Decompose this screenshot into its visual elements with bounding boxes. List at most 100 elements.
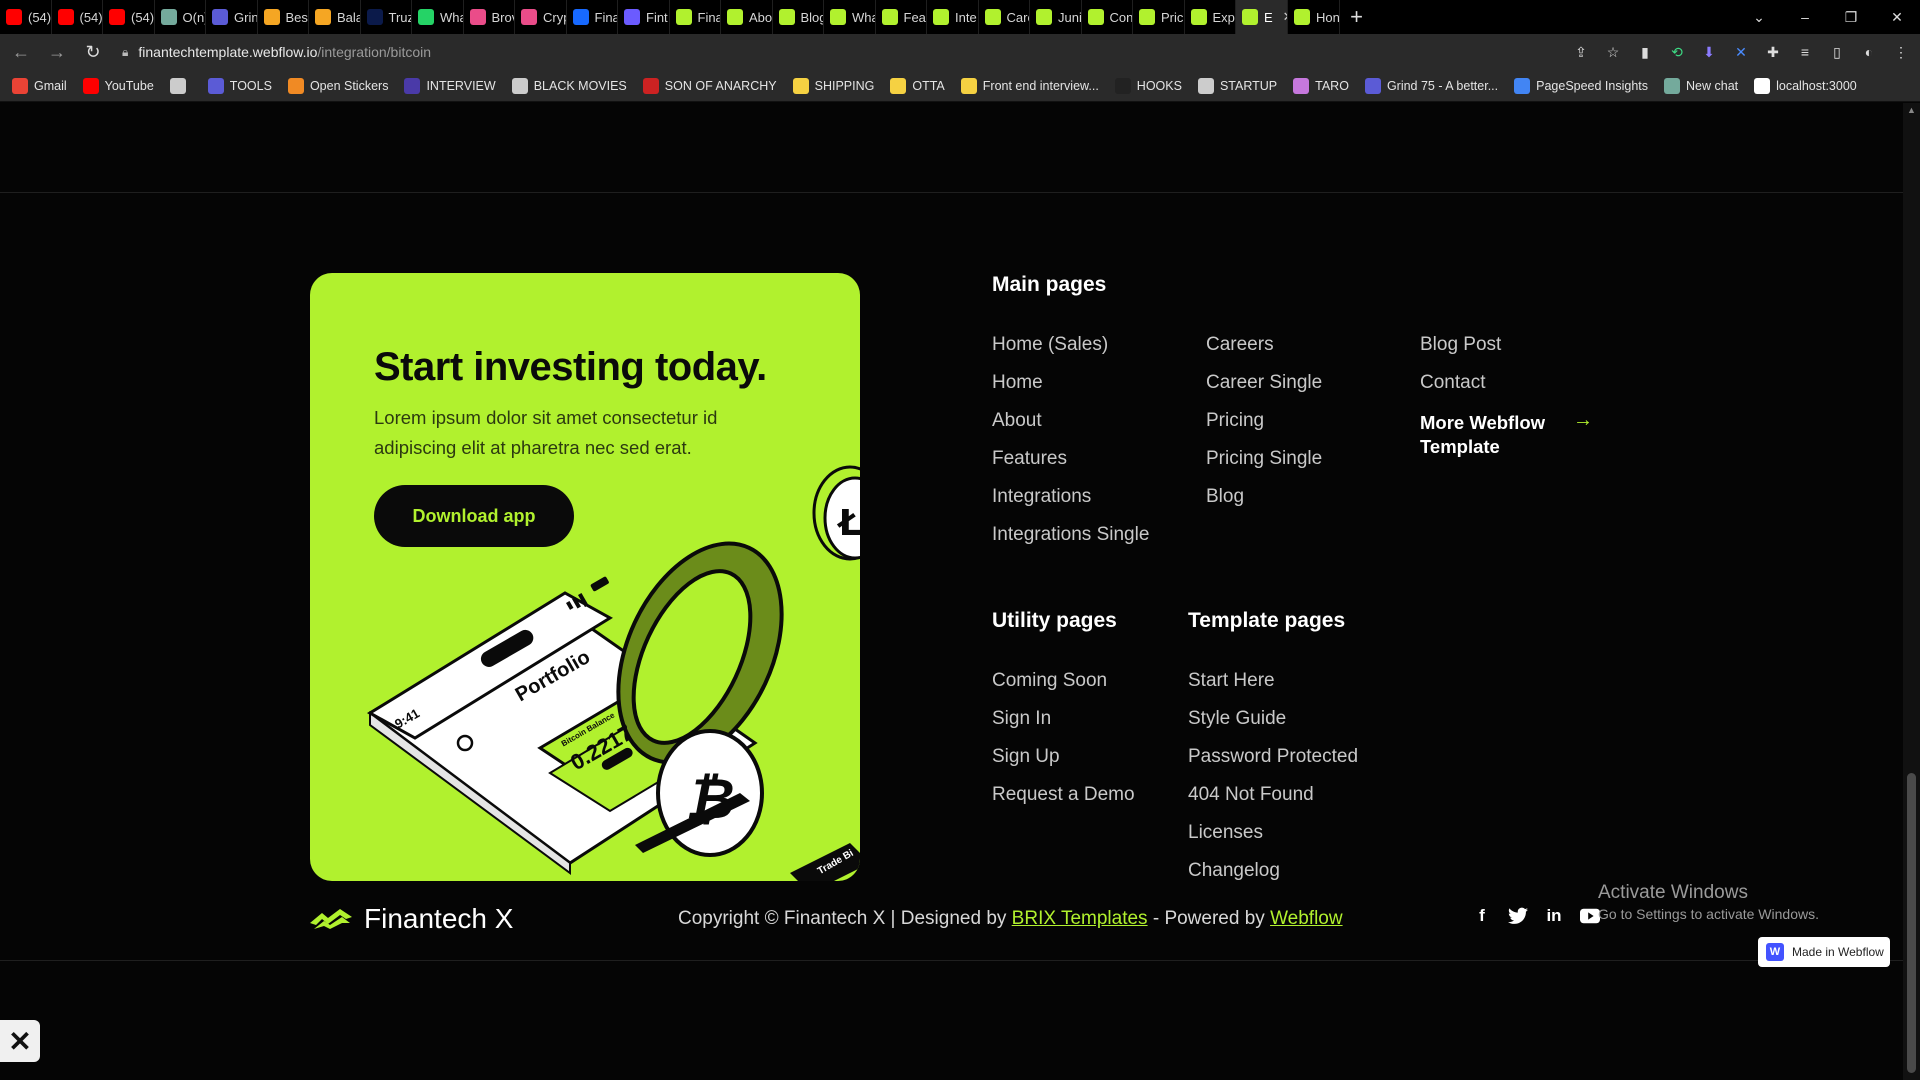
main-page-link[interactable]: Blog bbox=[1206, 478, 1322, 516]
bookmark-item[interactable]: localhost:3000 bbox=[1754, 77, 1857, 94]
browser-tab[interactable]: Abo bbox=[721, 0, 773, 34]
bookmark-item[interactable]: SHIPPING bbox=[792, 77, 874, 94]
more-webflow-template-link[interactable]: More Webflow Template bbox=[1420, 411, 1590, 459]
browser-tab[interactable]: Wha bbox=[824, 0, 876, 34]
utility-page-link[interactable]: Request a Demo bbox=[992, 776, 1135, 814]
template-page-link[interactable]: Style Guide bbox=[1188, 700, 1358, 738]
download-icon[interactable]: ⬇ bbox=[1698, 41, 1720, 63]
extension-icon[interactable]: ▮ bbox=[1634, 41, 1656, 63]
extension-icon[interactable]: ✕ bbox=[1730, 41, 1752, 63]
restore-button[interactable]: ❐ bbox=[1828, 9, 1874, 26]
main-page-link[interactable]: Blog Post bbox=[1420, 326, 1501, 364]
template-page-link[interactable]: Password Protected bbox=[1188, 738, 1358, 776]
bookmark-item[interactable]: YouTube bbox=[82, 77, 154, 94]
new-tab-button[interactable]: + bbox=[1340, 0, 1374, 34]
browser-tab[interactable]: Inte bbox=[927, 0, 979, 34]
bookmark-star-icon[interactable]: ☆ bbox=[1602, 41, 1624, 63]
template-page-link[interactable]: Changelog bbox=[1188, 852, 1358, 890]
back-button[interactable]: ← bbox=[6, 37, 36, 67]
bookmark-item[interactable]: TARO bbox=[1293, 77, 1349, 94]
template-page-link[interactable]: 404 Not Found bbox=[1188, 776, 1358, 814]
facebook-icon[interactable]: f bbox=[1472, 906, 1492, 926]
tab-search-icon[interactable]: ⌄ bbox=[1736, 9, 1782, 26]
puzzle-icon[interactable]: ✚ bbox=[1762, 41, 1784, 63]
close-window-button[interactable]: ✕ bbox=[1874, 9, 1920, 26]
browser-tab[interactable]: (54) bbox=[103, 0, 155, 34]
forward-button[interactable]: → bbox=[42, 37, 72, 67]
main-page-link[interactable]: Career Single bbox=[1206, 364, 1322, 402]
footer-logo[interactable]: Finantech X bbox=[310, 903, 513, 935]
download-app-button[interactable]: Download app bbox=[374, 485, 574, 547]
bookmark-item[interactable]: Gmail bbox=[12, 77, 67, 94]
menu-kebab-icon[interactable]: ⋮ bbox=[1890, 41, 1912, 63]
scrollbar-thumb[interactable] bbox=[1907, 773, 1916, 1073]
bookmark-item[interactable] bbox=[169, 77, 192, 94]
browser-tab[interactable]: Hon bbox=[1288, 0, 1340, 34]
bookmark-item[interactable]: Open Stickers bbox=[287, 77, 388, 94]
utility-page-link[interactable]: Coming Soon bbox=[992, 662, 1135, 700]
reload-button[interactable]: ↻ bbox=[78, 37, 108, 67]
page-scrollbar[interactable]: ▲ bbox=[1903, 103, 1920, 1080]
made-in-webflow-badge[interactable]: W Made in Webflow bbox=[1758, 937, 1890, 967]
bookmark-item[interactable]: HOOKS bbox=[1114, 77, 1182, 94]
bookmark-item[interactable]: INTERVIEW bbox=[404, 77, 496, 94]
share-icon[interactable]: ⇪ bbox=[1570, 41, 1592, 63]
reading-list-icon[interactable]: ≡ bbox=[1794, 41, 1816, 63]
bookmark-item[interactable]: New chat bbox=[1664, 77, 1738, 94]
main-page-link[interactable]: Pricing Single bbox=[1206, 440, 1322, 478]
bookmark-item[interactable]: Front end interview... bbox=[960, 77, 1099, 94]
main-page-link[interactable]: Contact bbox=[1420, 364, 1501, 402]
extension-icon[interactable]: ⟲ bbox=[1666, 41, 1688, 63]
browser-tab[interactable]: Cryp bbox=[515, 0, 567, 34]
browser-tab[interactable]: Feat bbox=[876, 0, 927, 34]
browser-tab[interactable]: Care bbox=[979, 0, 1030, 34]
browser-tab[interactable]: Fina bbox=[567, 0, 618, 34]
brix-templates-link[interactable]: BRIX Templates bbox=[1012, 908, 1148, 929]
main-page-link[interactable]: Features bbox=[992, 440, 1149, 478]
browser-tab[interactable]: (54) bbox=[0, 0, 52, 34]
browser-tab[interactable]: Fina bbox=[670, 0, 721, 34]
template-page-link[interactable]: Licenses bbox=[1188, 814, 1358, 852]
bookmark-item[interactable]: BLACK MOVIES bbox=[511, 77, 627, 94]
browser-tab[interactable]: Blog bbox=[773, 0, 824, 34]
bookmark-item[interactable]: OTTA bbox=[890, 77, 945, 94]
main-page-link[interactable]: Integrations bbox=[992, 478, 1149, 516]
youtube-icon[interactable] bbox=[1580, 906, 1600, 926]
webflow-link[interactable]: Webflow bbox=[1270, 908, 1343, 929]
browser-tab[interactable]: E✕ bbox=[1236, 0, 1288, 34]
main-page-link[interactable]: Integrations Single bbox=[992, 516, 1149, 554]
browser-tab[interactable]: Con bbox=[1082, 0, 1133, 34]
scroll-up-icon[interactable]: ▲ bbox=[1903, 105, 1920, 115]
main-page-link[interactable]: About bbox=[992, 402, 1149, 440]
close-x-icon[interactable]: ✕ bbox=[0, 1020, 40, 1062]
main-page-link[interactable]: Careers bbox=[1206, 326, 1322, 364]
browser-tab[interactable]: Fint bbox=[618, 0, 670, 34]
browser-tab[interactable]: Bala bbox=[309, 0, 361, 34]
twitter-icon[interactable] bbox=[1508, 906, 1528, 926]
browser-tab[interactable]: Best bbox=[258, 0, 309, 34]
profile-avatar-icon[interactable]: ◐ bbox=[1858, 41, 1880, 63]
browser-tab[interactable]: O(n) bbox=[155, 0, 206, 34]
linkedin-icon[interactable]: in bbox=[1544, 906, 1564, 926]
bookmark-item[interactable]: Grind 75 - A better... bbox=[1364, 77, 1498, 94]
bookmark-item[interactable]: TOOLS bbox=[207, 77, 272, 94]
bookmark-item[interactable]: SON OF ANARCHY bbox=[642, 77, 777, 94]
main-page-link[interactable]: Home (Sales) bbox=[992, 326, 1149, 364]
side-panel-icon[interactable]: ▯ bbox=[1826, 41, 1848, 63]
template-page-link[interactable]: Start Here bbox=[1188, 662, 1358, 700]
browser-tab[interactable]: Pric bbox=[1133, 0, 1185, 34]
main-page-link[interactable]: Home bbox=[992, 364, 1149, 402]
browser-tab[interactable]: (54) bbox=[52, 0, 103, 34]
browser-tab[interactable]: Juni bbox=[1030, 0, 1082, 34]
bookmark-item[interactable]: STARTUP bbox=[1197, 77, 1277, 94]
bookmark-item[interactable]: PageSpeed Insights bbox=[1514, 77, 1648, 94]
browser-tab[interactable]: Expe bbox=[1185, 0, 1236, 34]
browser-tab[interactable]: Brov bbox=[464, 0, 515, 34]
utility-page-link[interactable]: Sign In bbox=[992, 700, 1135, 738]
utility-page-link[interactable]: Sign Up bbox=[992, 738, 1135, 776]
browser-tab[interactable]: Truz bbox=[361, 0, 412, 34]
minimize-button[interactable]: – bbox=[1782, 9, 1828, 25]
main-page-link[interactable]: Pricing bbox=[1206, 402, 1322, 440]
browser-tab[interactable]: Grin bbox=[206, 0, 258, 34]
browser-tab[interactable]: Wha bbox=[412, 0, 464, 34]
